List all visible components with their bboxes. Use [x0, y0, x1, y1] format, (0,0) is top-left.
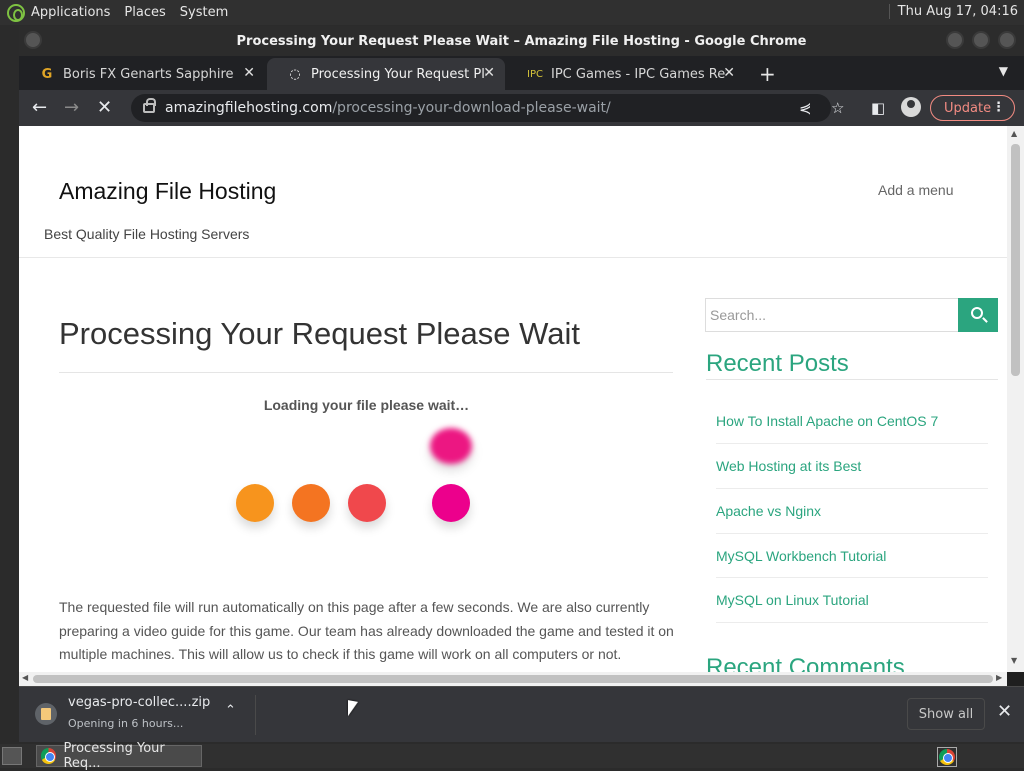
applications-menu[interactable]: Applications	[31, 5, 110, 20]
update-button[interactable]: Update ⋮	[930, 95, 1015, 121]
scroll-down-icon[interactable]: ▼	[1011, 656, 1017, 665]
tab-processing-request[interactable]: ◌ Processing Your Request Please Wait ✕	[267, 58, 505, 90]
tab-search-chevron-icon[interactable]: ▼	[999, 64, 1008, 78]
tab-loading-icon: ◌	[289, 66, 301, 82]
back-icon[interactable]: ←	[32, 97, 47, 118]
tab-label: IPC Games - IPC Games Review	[551, 66, 726, 82]
tab-favicon-icon: G	[41, 66, 53, 82]
downloads-shelf: vegas-pro-collec....zip Opening in 6 hou…	[19, 686, 1024, 742]
chevron-up-icon[interactable]: ⌃	[225, 703, 236, 718]
site-tagline: Best Quality File Hosting Servers	[44, 226, 250, 242]
scrollbar-thumb[interactable]	[1011, 144, 1020, 376]
clock[interactable]: Thu Aug 17, 04:16	[888, 4, 1018, 19]
maximize-icon[interactable]	[972, 31, 990, 49]
tab-label: Boris FX Genarts Sapphire Suite	[63, 66, 238, 82]
address-bar[interactable]: amazingfilehosting.com/processing-your-d…	[131, 94, 831, 122]
taskbar-item-label: Processing Your Req...	[63, 741, 165, 771]
loader-dot-2	[292, 484, 330, 522]
stop-loading-icon[interactable]: ✕	[97, 97, 112, 118]
side-panel-icon[interactable]: ◧	[871, 99, 885, 117]
recent-post-link[interactable]: Web Hosting at its Best	[716, 458, 988, 474]
chrome-icon	[939, 749, 955, 765]
title-divider	[59, 372, 673, 373]
update-label: Update	[944, 100, 992, 116]
close-window-icon[interactable]	[998, 31, 1016, 49]
download-status: Opening in 6 hours...	[68, 717, 184, 730]
new-tab-icon[interactable]: +	[759, 62, 776, 86]
tray-chrome-icon[interactable]	[937, 747, 957, 767]
page-title: Processing Your Request Please Wait	[59, 316, 580, 351]
scroll-up-icon[interactable]: ▲	[1011, 129, 1017, 138]
window-titlebar[interactable]: Processing Your Request Please Wait – Am…	[19, 26, 1024, 56]
system-top-bar: Applications Places System Thu Aug 17, 0…	[0, 0, 1024, 25]
tab-favicon-icon: IPC	[527, 68, 543, 80]
show-desktop-icon[interactable]	[2, 747, 22, 765]
loader-dot-5	[430, 428, 472, 464]
loader-dot-1	[236, 484, 274, 522]
recent-comments-title: Recent Comments	[706, 654, 905, 672]
bookmark-star-icon[interactable]: ☆	[831, 99, 844, 117]
places-menu[interactable]: Places	[124, 5, 165, 20]
distro-logo-icon[interactable]	[7, 3, 25, 22]
window-title: Processing Your Request Please Wait – Am…	[236, 33, 807, 49]
close-shelf-icon[interactable]: ✕	[997, 701, 1012, 722]
mouse-cursor-icon	[348, 700, 358, 718]
close-tab-icon[interactable]: ✕	[723, 65, 735, 81]
header-divider	[19, 257, 1007, 258]
list-separator	[716, 622, 988, 623]
widget-divider	[706, 379, 998, 380]
recent-post-link[interactable]: How To Install Apache on CentOS 7	[716, 413, 988, 429]
share-icon[interactable]: ⋞	[799, 99, 812, 117]
horizontal-scrollbar[interactable]: ◀ ▶	[19, 672, 1007, 686]
show-all-button[interactable]: Show all	[907, 698, 985, 730]
chrome-icon	[41, 748, 57, 764]
profile-avatar-icon[interactable]	[901, 97, 921, 117]
url-path: /processing-your-download-please-wait/	[332, 100, 611, 116]
search-icon	[971, 307, 983, 319]
list-separator	[716, 488, 988, 489]
tab-label: Processing Your Request Please Wait	[311, 66, 486, 82]
minimize-icon[interactable]	[946, 31, 964, 49]
window-menu-icon[interactable]	[24, 31, 42, 49]
shelf-divider	[255, 695, 256, 735]
tab-ipc-games[interactable]: IPC IPC Games - IPC Games Review ✕	[507, 58, 745, 90]
taskbar-window-item[interactable]: Processing Your Req...	[36, 741, 202, 771]
search-input[interactable]: Search...	[705, 298, 959, 332]
site-title[interactable]: Amazing File Hosting	[59, 178, 276, 205]
list-separator	[716, 443, 988, 444]
loading-text: Loading your file please wait…	[263, 397, 470, 413]
browser-toolbar: ← → ✕ amazingfilehosting.com/processing-…	[19, 90, 1024, 126]
bottom-taskbar: Processing Your Req...	[0, 741, 1024, 771]
forward-icon[interactable]: →	[64, 97, 79, 118]
page-viewport: Amazing File Hosting Add a menu Best Qua…	[19, 126, 1007, 672]
recent-post-link[interactable]: MySQL Workbench Tutorial	[716, 548, 988, 564]
list-separator	[716, 533, 988, 534]
lock-icon[interactable]	[143, 98, 156, 113]
more-menu-icon[interactable]: ⋮	[992, 100, 1005, 115]
close-tab-icon[interactable]: ✕	[483, 65, 495, 81]
body-paragraph: The requested file will run automaticall…	[59, 599, 674, 662]
list-separator	[716, 577, 988, 578]
tab-boris-fx[interactable]: G Boris FX Genarts Sapphire Suite ✕	[19, 58, 265, 90]
chrome-window: Processing Your Request Please Wait – Am…	[19, 26, 1024, 742]
loader-dot-3	[348, 484, 386, 522]
download-file-name[interactable]: vegas-pro-collec....zip	[68, 695, 210, 710]
url-domain: amazingfilehosting.com	[165, 100, 333, 116]
recent-post-link[interactable]: MySQL on Linux Tutorial	[716, 592, 988, 608]
zip-file-icon[interactable]	[35, 703, 57, 725]
search-button[interactable]	[958, 298, 998, 332]
recent-posts-title: Recent Posts	[706, 350, 849, 377]
add-menu-link[interactable]: Add a menu	[878, 182, 954, 198]
scroll-left-icon[interactable]: ◀	[22, 673, 28, 682]
scroll-right-icon[interactable]: ▶	[996, 673, 1002, 682]
loader-dot-4	[432, 484, 470, 522]
vertical-scrollbar[interactable]: ▲ ▼	[1007, 126, 1024, 672]
close-tab-icon[interactable]: ✕	[243, 65, 255, 81]
scrollbar-thumb[interactable]	[33, 675, 993, 683]
system-menu[interactable]: System	[180, 5, 228, 20]
tab-strip: G Boris FX Genarts Sapphire Suite ✕ ◌ Pr…	[19, 56, 1024, 90]
recent-post-link[interactable]: Apache vs Nginx	[716, 503, 988, 519]
